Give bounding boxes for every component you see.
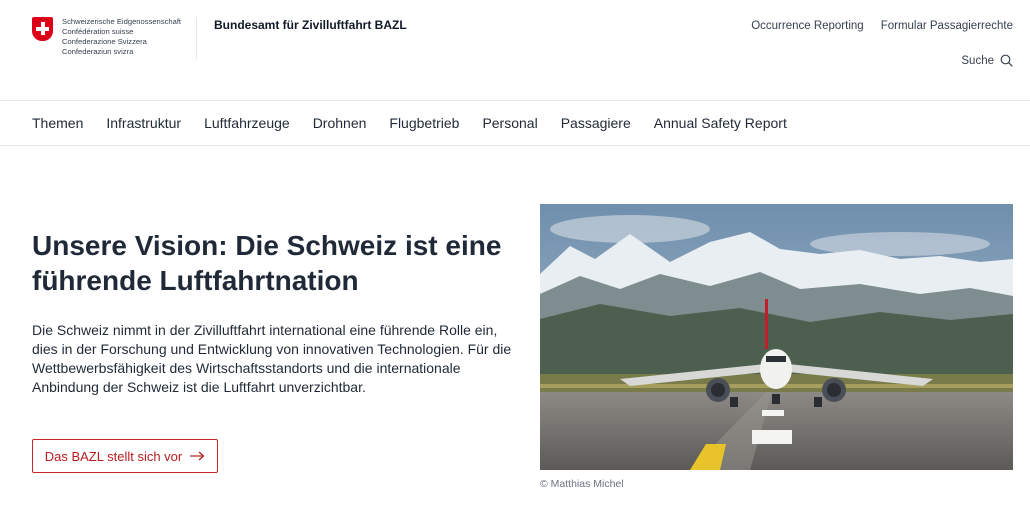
top-links: Occurrence Reporting Formular Passagierr… <box>751 20 1013 32</box>
office-name[interactable]: Bundesamt für Zivilluftfahrt BAZL <box>214 18 407 32</box>
about-bazl-button-label: Das BAZL stellt sich vor <box>44 448 183 464</box>
nav-item-annual-safety-report[interactable]: Annual Safety Report <box>654 115 787 131</box>
hero-lead-text: Die Schweiz nimmt in der Zivilluftfahrt … <box>32 322 512 395</box>
confederation-names: Schweizerische Eidgenossenschaft Confédé… <box>62 17 181 57</box>
search-icon <box>1000 54 1013 67</box>
nav-item-infrastruktur[interactable]: Infrastruktur <box>106 115 181 131</box>
nav-item-luftfahrzeuge[interactable]: Luftfahrzeuge <box>204 115 290 131</box>
nav-item-passagiere[interactable]: Passagiere <box>561 115 631 131</box>
nav-item-personal[interactable]: Personal <box>482 115 537 131</box>
header-divider <box>196 17 197 59</box>
confederation-name-rm: Confederaziun svizra <box>62 47 134 56</box>
photo-credit: © Matthias Michel <box>540 478 624 490</box>
occurrence-reporting-link[interactable]: Occurrence Reporting <box>751 20 864 32</box>
search-button[interactable]: Suche <box>961 54 1013 67</box>
passenger-rights-form-link[interactable]: Formular Passagierrechte <box>881 20 1013 32</box>
arrow-right-icon <box>190 451 205 461</box>
main-nav: Themen Infrastruktur Luftfahrzeuge Drohn… <box>0 101 1030 146</box>
nav-item-drohnen[interactable]: Drohnen <box>313 115 367 131</box>
about-bazl-button[interactable]: Das BAZL stellt sich vor <box>32 439 218 473</box>
confederation-name-it: Confederazione Svizzera <box>62 37 147 46</box>
confederation-logo[interactable]: Schweizerische Eidgenossenschaft Confédé… <box>32 17 181 57</box>
nav-item-themen[interactable]: Themen <box>32 115 83 131</box>
swiss-flag-icon <box>32 17 53 41</box>
hero-photo <box>540 204 1013 470</box>
confederation-name-de: Schweizerische Eidgenossenschaft <box>62 17 182 26</box>
confederation-name-fr: Confédération suisse <box>62 27 134 36</box>
site-header: Schweizerische Eidgenossenschaft Confédé… <box>0 0 1030 101</box>
hero-headline: Unsere Vision: Die Schweiz ist eine führ… <box>32 230 502 296</box>
search-label: Suche <box>961 54 994 67</box>
nav-item-flugbetrieb[interactable]: Flugbetrieb <box>389 115 459 131</box>
airplane-on-runway-image <box>540 204 1013 470</box>
